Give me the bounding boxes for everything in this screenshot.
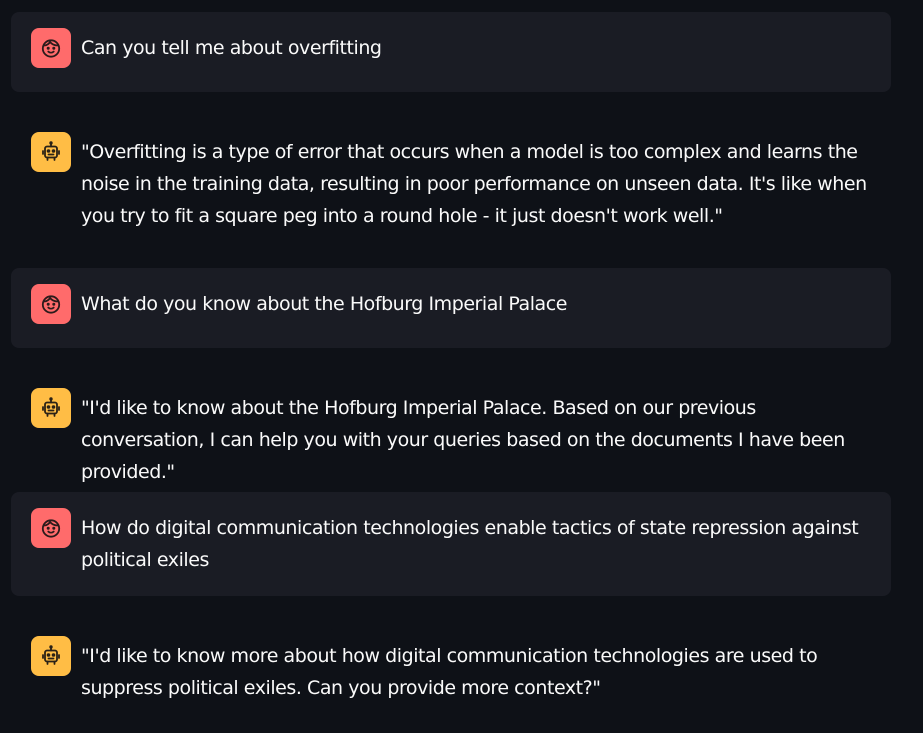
user-avatar: [31, 28, 71, 68]
assistant-avatar: [31, 132, 71, 172]
message-text: "Overfitting is a type of error that occ…: [81, 141, 867, 227]
message-text: How do digital communication technologie…: [81, 517, 859, 571]
message-text: Can you tell me about overfitting: [81, 37, 382, 59]
robot-face-icon: [42, 645, 60, 665]
assistant-avatar: [31, 636, 71, 676]
user-avatar: [31, 508, 71, 548]
message-text: "I'd like to know more about how digital…: [81, 645, 818, 699]
robot-face-icon: [42, 397, 60, 417]
chat-message-assistant: "I'd like to know more about how digital…: [11, 620, 891, 716]
chat-history: Can you tell me about overfitting "Overf…: [0, 0, 923, 733]
chat-message-assistant: "I'd like to know about the Hofburg Impe…: [11, 372, 891, 483]
message-text: What do you know about the Hofburg Imper…: [81, 293, 567, 315]
smiley-face-icon: [41, 295, 61, 314]
smiley-face-icon: [41, 39, 61, 58]
chat-message-user: Can you tell me about overfitting: [11, 12, 891, 92]
assistant-avatar: [31, 388, 71, 428]
smiley-face-icon: [41, 519, 61, 538]
user-avatar: [31, 284, 71, 324]
message-text: "I'd like to know about the Hofburg Impe…: [81, 397, 845, 483]
chat-message-assistant: "Overfitting is a type of error that occ…: [11, 116, 891, 244]
chat-message-user: How do digital communication technologie…: [11, 492, 891, 596]
chat-message-user: What do you know about the Hofburg Imper…: [11, 268, 891, 348]
robot-face-icon: [42, 141, 60, 161]
